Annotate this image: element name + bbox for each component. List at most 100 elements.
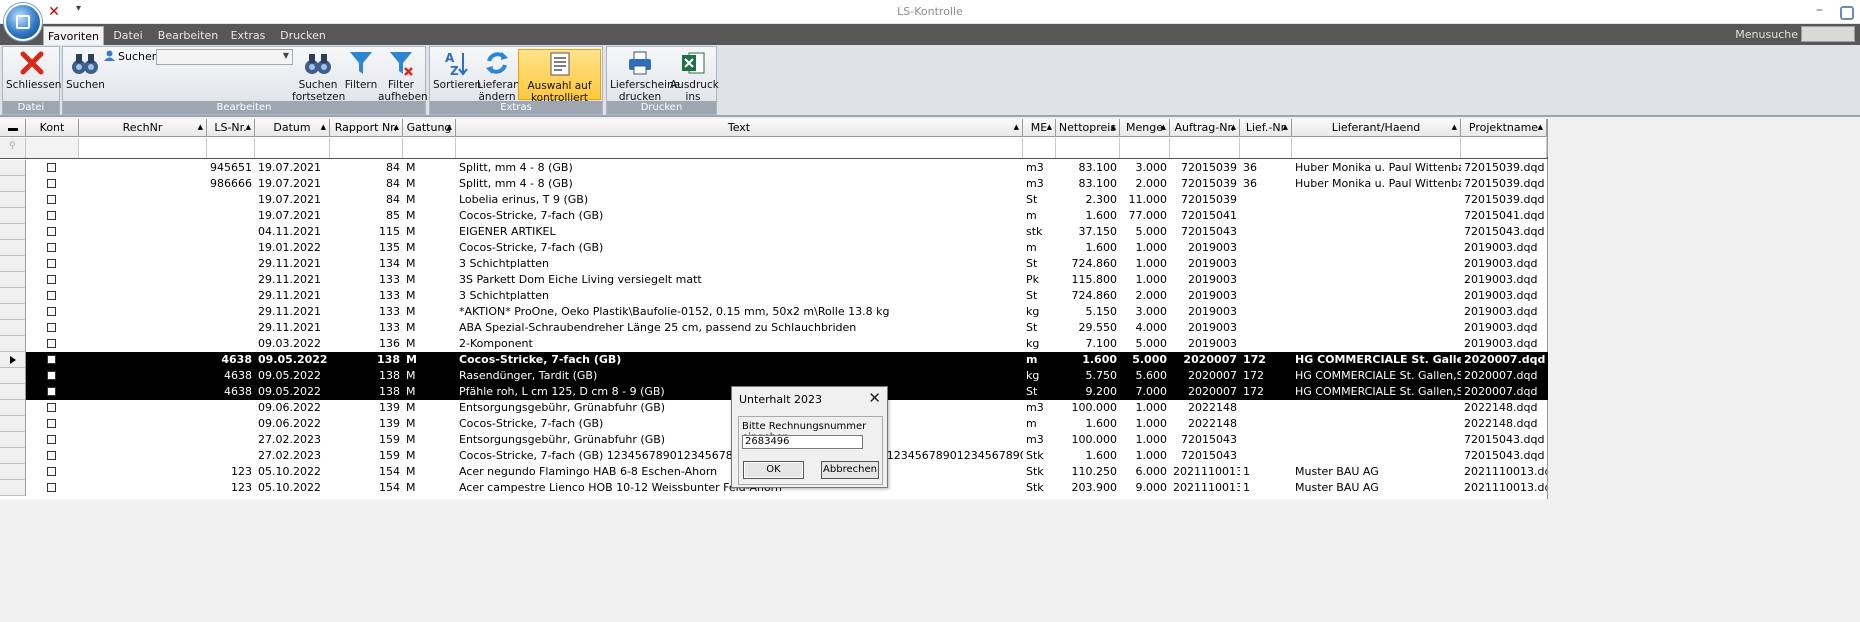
close-icon[interactable]: ✕ bbox=[46, 4, 62, 20]
cell-lsnr[interactable]: 945651 bbox=[207, 160, 255, 176]
kont-checkbox[interactable] bbox=[47, 179, 56, 188]
cell-rechnr[interactable] bbox=[79, 400, 207, 416]
cell-datum[interactable]: 09.06.2022 bbox=[255, 416, 330, 432]
cell-text[interactable]: ABA Spezial-Schraubendreher Länge 25 cm,… bbox=[456, 320, 1023, 336]
cell-lief[interactable]: 172 bbox=[1240, 352, 1292, 368]
cell-me[interactable]: St bbox=[1023, 256, 1056, 272]
cell-gattung[interactable]: M bbox=[403, 336, 456, 352]
cell-preis[interactable]: 724.860 bbox=[1056, 256, 1120, 272]
cell-preis[interactable]: 83.100 bbox=[1056, 176, 1120, 192]
cell-rechnr[interactable] bbox=[79, 304, 207, 320]
row-header[interactable] bbox=[0, 416, 26, 432]
cell-gattung[interactable]: M bbox=[403, 240, 456, 256]
tab-drucken[interactable]: Drucken bbox=[278, 26, 328, 45]
cell-gattung[interactable]: M bbox=[403, 208, 456, 224]
cell-rapport[interactable]: 139 bbox=[330, 416, 403, 432]
cell-menge[interactable]: 6.000 bbox=[1120, 464, 1170, 480]
select-all-header[interactable] bbox=[0, 119, 26, 137]
kont-checkbox[interactable] bbox=[47, 435, 56, 444]
cell-preis[interactable]: 110.250 bbox=[1056, 464, 1120, 480]
filter-cell-me[interactable] bbox=[1023, 138, 1056, 158]
cell-datum[interactable]: 19.07.2021 bbox=[255, 208, 330, 224]
cell-lsnr[interactable] bbox=[207, 400, 255, 416]
cell-rapport[interactable]: 84 bbox=[330, 176, 403, 192]
cell-me[interactable]: Pk bbox=[1023, 272, 1056, 288]
cell-projekt[interactable]: 72015041.dqd bbox=[1461, 208, 1547, 224]
kont-checkbox[interactable] bbox=[47, 355, 56, 364]
row-header[interactable] bbox=[0, 208, 26, 224]
cell-text[interactable]: 2-Komponent bbox=[456, 336, 1023, 352]
row-header[interactable] bbox=[0, 336, 26, 352]
cell-lieferant[interactable] bbox=[1292, 448, 1461, 464]
cell-auftrag[interactable]: 2022148 bbox=[1170, 400, 1240, 416]
table-row[interactable]: 945651 19.07.2021 84 M Splitt, mm 4 - 8 (GB)… bbox=[0, 160, 1548, 176]
cell-preis[interactable]: 1.600 bbox=[1056, 208, 1120, 224]
cell-preis[interactable]: 1.600 bbox=[1056, 448, 1120, 464]
cell-preis[interactable]: 1.600 bbox=[1056, 352, 1120, 368]
col-header-lieferant[interactable]: Lieferant/Haend ▲ bbox=[1292, 119, 1461, 137]
col-header-lsnr[interactable]: LS-Nr. ▲ bbox=[207, 119, 255, 137]
cell-preis[interactable]: 203.900 bbox=[1056, 480, 1120, 496]
tab-datei[interactable]: Datei bbox=[108, 26, 148, 45]
cell-auftrag[interactable]: 2020007 bbox=[1170, 384, 1240, 400]
cell-me[interactable]: St bbox=[1023, 384, 1056, 400]
row-indicator-current[interactable] bbox=[0, 352, 26, 368]
cell-lieferant[interactable]: HG COMMERCIALE St. Gallen,Scho bbox=[1292, 368, 1461, 384]
cell-me[interactable]: St bbox=[1023, 320, 1056, 336]
cell-rechnr[interactable] bbox=[79, 208, 207, 224]
cell-auftrag[interactable]: 2020007 bbox=[1170, 368, 1240, 384]
cell-projekt[interactable]: 2021110013.dqd bbox=[1461, 480, 1547, 496]
cell-text[interactable]: Cocos-Stricke, 7-fach (GB) bbox=[456, 240, 1023, 256]
cell-gattung[interactable]: M bbox=[403, 400, 456, 416]
cell-auftrag[interactable]: 72015039 bbox=[1170, 192, 1240, 208]
cell-lief[interactable]: 1 bbox=[1240, 480, 1292, 496]
table-row[interactable]: 4638 09.05.2022 138 M Rasendünger, Tardit (G… bbox=[0, 368, 1548, 384]
col-header-kont[interactable]: Kont bbox=[26, 119, 79, 137]
cell-lsnr[interactable] bbox=[207, 272, 255, 288]
cell-auftrag[interactable]: 2019003 bbox=[1170, 320, 1240, 336]
row-header[interactable] bbox=[0, 288, 26, 304]
cell-lieferant[interactable]: HG COMMERCIALE St. Gallen,Scho bbox=[1292, 384, 1461, 400]
cell-projekt[interactable]: 72015039.dqd bbox=[1461, 160, 1547, 176]
cell-me[interactable]: St bbox=[1023, 288, 1056, 304]
kont-checkbox[interactable] bbox=[47, 371, 56, 380]
cell-lsnr[interactable] bbox=[207, 208, 255, 224]
row-header[interactable] bbox=[0, 368, 26, 384]
cell-lsnr[interactable] bbox=[207, 224, 255, 240]
cell-lieferant[interactable] bbox=[1292, 224, 1461, 240]
cell-auftrag[interactable]: 2021110013 bbox=[1170, 464, 1240, 480]
cell-auftrag[interactable]: 2020007 bbox=[1170, 352, 1240, 368]
cell-lieferant[interactable] bbox=[1292, 400, 1461, 416]
cell-rechnr[interactable] bbox=[79, 160, 207, 176]
cell-menge[interactable]: 1.000 bbox=[1120, 256, 1170, 272]
kont-checkbox[interactable] bbox=[47, 339, 56, 348]
cell-projekt[interactable]: 72015043.dqd bbox=[1461, 432, 1547, 448]
cell-lief[interactable] bbox=[1240, 192, 1292, 208]
cell-menge[interactable]: 77.000 bbox=[1120, 208, 1170, 224]
kont-checkbox[interactable] bbox=[47, 243, 56, 252]
cell-text[interactable]: 3 Schichtplatten bbox=[456, 256, 1023, 272]
cell-rechnr[interactable] bbox=[79, 416, 207, 432]
cell-menge[interactable]: 2.000 bbox=[1120, 288, 1170, 304]
cell-lsnr[interactable] bbox=[207, 416, 255, 432]
abbrechen-button[interactable]: Abbrechen bbox=[821, 461, 879, 479]
kont-checkbox[interactable] bbox=[47, 163, 56, 172]
cell-lieferant[interactable] bbox=[1292, 336, 1461, 352]
cell-projekt[interactable]: 2020007.dqd bbox=[1461, 368, 1547, 384]
cell-datum[interactable]: 05.10.2022 bbox=[255, 464, 330, 480]
cell-rapport[interactable]: 134 bbox=[330, 256, 403, 272]
col-header-text[interactable]: Text ▲ bbox=[456, 119, 1023, 137]
cell-gattung[interactable]: M bbox=[403, 432, 456, 448]
cell-datum[interactable]: 29.11.2021 bbox=[255, 304, 330, 320]
col-header-projektname[interactable]: Projektname ▲ bbox=[1461, 119, 1547, 137]
cell-text[interactable]: Cocos-Stricke, 7-fach (GB) bbox=[456, 352, 1023, 368]
cell-projekt[interactable]: 2019003.dqd bbox=[1461, 336, 1547, 352]
cell-auftrag[interactable]: 2022148 bbox=[1170, 416, 1240, 432]
col-header-menge[interactable]: Menge ▲ bbox=[1120, 119, 1170, 137]
cell-auftrag[interactable]: 72015043 bbox=[1170, 224, 1240, 240]
cell-lieferant[interactable] bbox=[1292, 240, 1461, 256]
cell-rapport[interactable]: 133 bbox=[330, 288, 403, 304]
cell-projekt[interactable]: 72015043.dqd bbox=[1461, 224, 1547, 240]
cell-gattung[interactable]: M bbox=[403, 416, 456, 432]
cell-rechnr[interactable] bbox=[79, 464, 207, 480]
